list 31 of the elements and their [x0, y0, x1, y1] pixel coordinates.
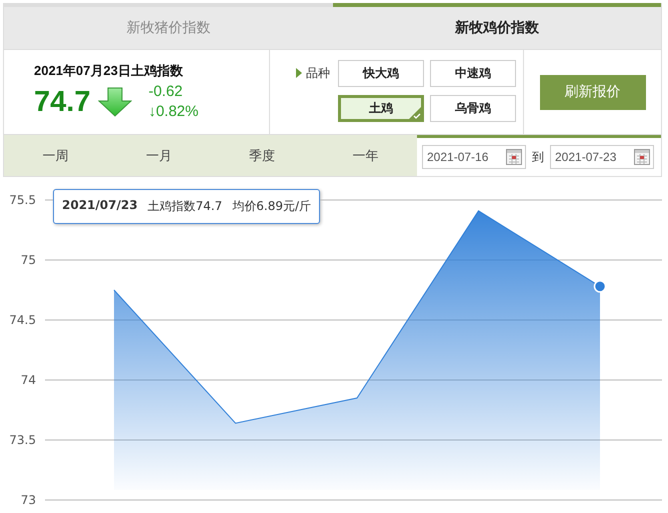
tab[interactable]: 新牧鸡价指数 — [332, 3, 661, 49]
y-axis-label: 74 — [20, 373, 36, 387]
period-tab[interactable]: 季度 — [210, 135, 314, 176]
y-axis-label: 73 — [20, 493, 36, 507]
y-axis-label: 75 — [20, 253, 36, 267]
period-tab[interactable]: 一月 — [107, 135, 210, 176]
tooltip-date: 2021/07/23 — [62, 198, 138, 214]
index-value: 74.7 — [34, 86, 90, 118]
change-percent: ↓0.82% — [148, 102, 198, 122]
data-point[interactable] — [594, 280, 606, 293]
tooltip-index: 土鸡指数74.7 — [148, 198, 222, 215]
variety-option[interactable]: 乌骨鸡 — [430, 95, 516, 122]
period-tab[interactable]: 一年 — [314, 135, 417, 176]
y-axis-label: 73.5 — [9, 433, 36, 447]
period-tab[interactable]: 一周 — [4, 135, 108, 176]
variety-option[interactable]: 中速鸡 — [430, 60, 516, 87]
calendar-icon[interactable] — [506, 149, 522, 165]
index-title: 2021年07月23日土鸡指数 — [34, 62, 184, 80]
y-axis-label: 74.5 — [9, 313, 36, 327]
calendar-icon[interactable] — [634, 149, 650, 165]
date-field[interactable]: 2021-07-23 — [550, 145, 654, 169]
triangle-icon — [296, 68, 302, 78]
variety-label-text: 品种 — [306, 64, 330, 82]
variety-option[interactable]: 快大鸡 — [338, 60, 424, 87]
date-separator: 到 — [532, 148, 544, 166]
y-axis-label: 75.5 — [9, 193, 36, 207]
date-field[interactable]: 2021-07-16 — [422, 145, 526, 169]
variety-option[interactable]: 土鸡 — [338, 95, 424, 122]
check-icon — [408, 106, 422, 120]
tooltip-price: 均价6.89元/斤 — [232, 198, 312, 215]
change-value: -0.62 — [148, 82, 184, 102]
